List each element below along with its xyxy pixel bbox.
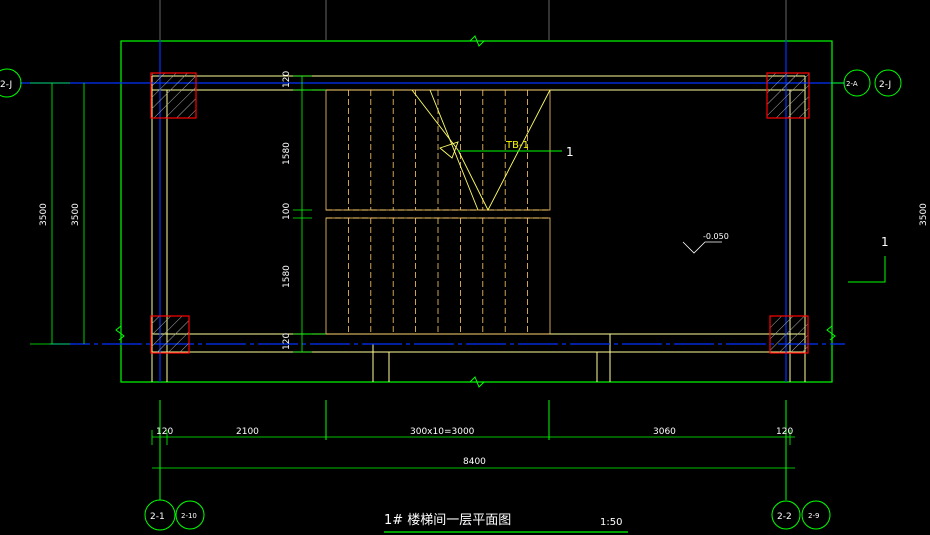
section-mark-right: 1	[881, 235, 889, 249]
drawing-scale: 1:50	[600, 517, 622, 528]
dim-landing: 100	[282, 203, 292, 220]
dim-right-total: 3500	[919, 203, 929, 226]
column-bottom-left	[150, 315, 190, 354]
section-mark-label: 1	[566, 145, 574, 159]
dim-bottom-wall: 120	[282, 333, 292, 350]
dim-top-wall: 120	[282, 71, 292, 88]
axis-label-bottom-2-9: 2-9	[808, 512, 819, 520]
dim-total-b: 3500	[71, 203, 81, 226]
axis-label-bottom-2-1: 2-1	[150, 512, 165, 522]
dim-stair-run: 300x10=3000	[410, 427, 475, 437]
dim-right-wall: 120	[776, 427, 793, 437]
column-top-left	[150, 72, 197, 119]
dim-left-wall: 120	[156, 427, 173, 437]
elevation-label: -0.050	[703, 232, 729, 241]
dim-flight-upper: 1580	[282, 142, 292, 165]
floor-plan-drawing: TB-1 1 -0.050 1 2-J 2-A 2-J 2-1 2-10 2-2…	[0, 0, 930, 535]
axis-label-bottom-2-10: 2-10	[181, 512, 197, 520]
column-bottom-right	[769, 315, 809, 354]
axis-label-left-top: 2-J	[0, 80, 12, 90]
axis-label-right-j: 2-J	[879, 80, 891, 90]
axis-label-right-a: 2-A	[846, 80, 858, 88]
dim-total-a: 3500	[39, 203, 49, 226]
drawing-title: 1# 楼梯间一层平面图	[384, 513, 511, 528]
dim-overall: 8400	[463, 457, 486, 467]
dim-flight-lower: 1580	[282, 265, 292, 288]
dim-right-span: 3060	[653, 427, 676, 437]
axis-label-bottom-2-2: 2-2	[777, 512, 792, 522]
column-top-right	[766, 72, 810, 119]
dim-left-span: 2100	[236, 427, 259, 437]
stair-tag-label: TB-1	[505, 140, 529, 151]
